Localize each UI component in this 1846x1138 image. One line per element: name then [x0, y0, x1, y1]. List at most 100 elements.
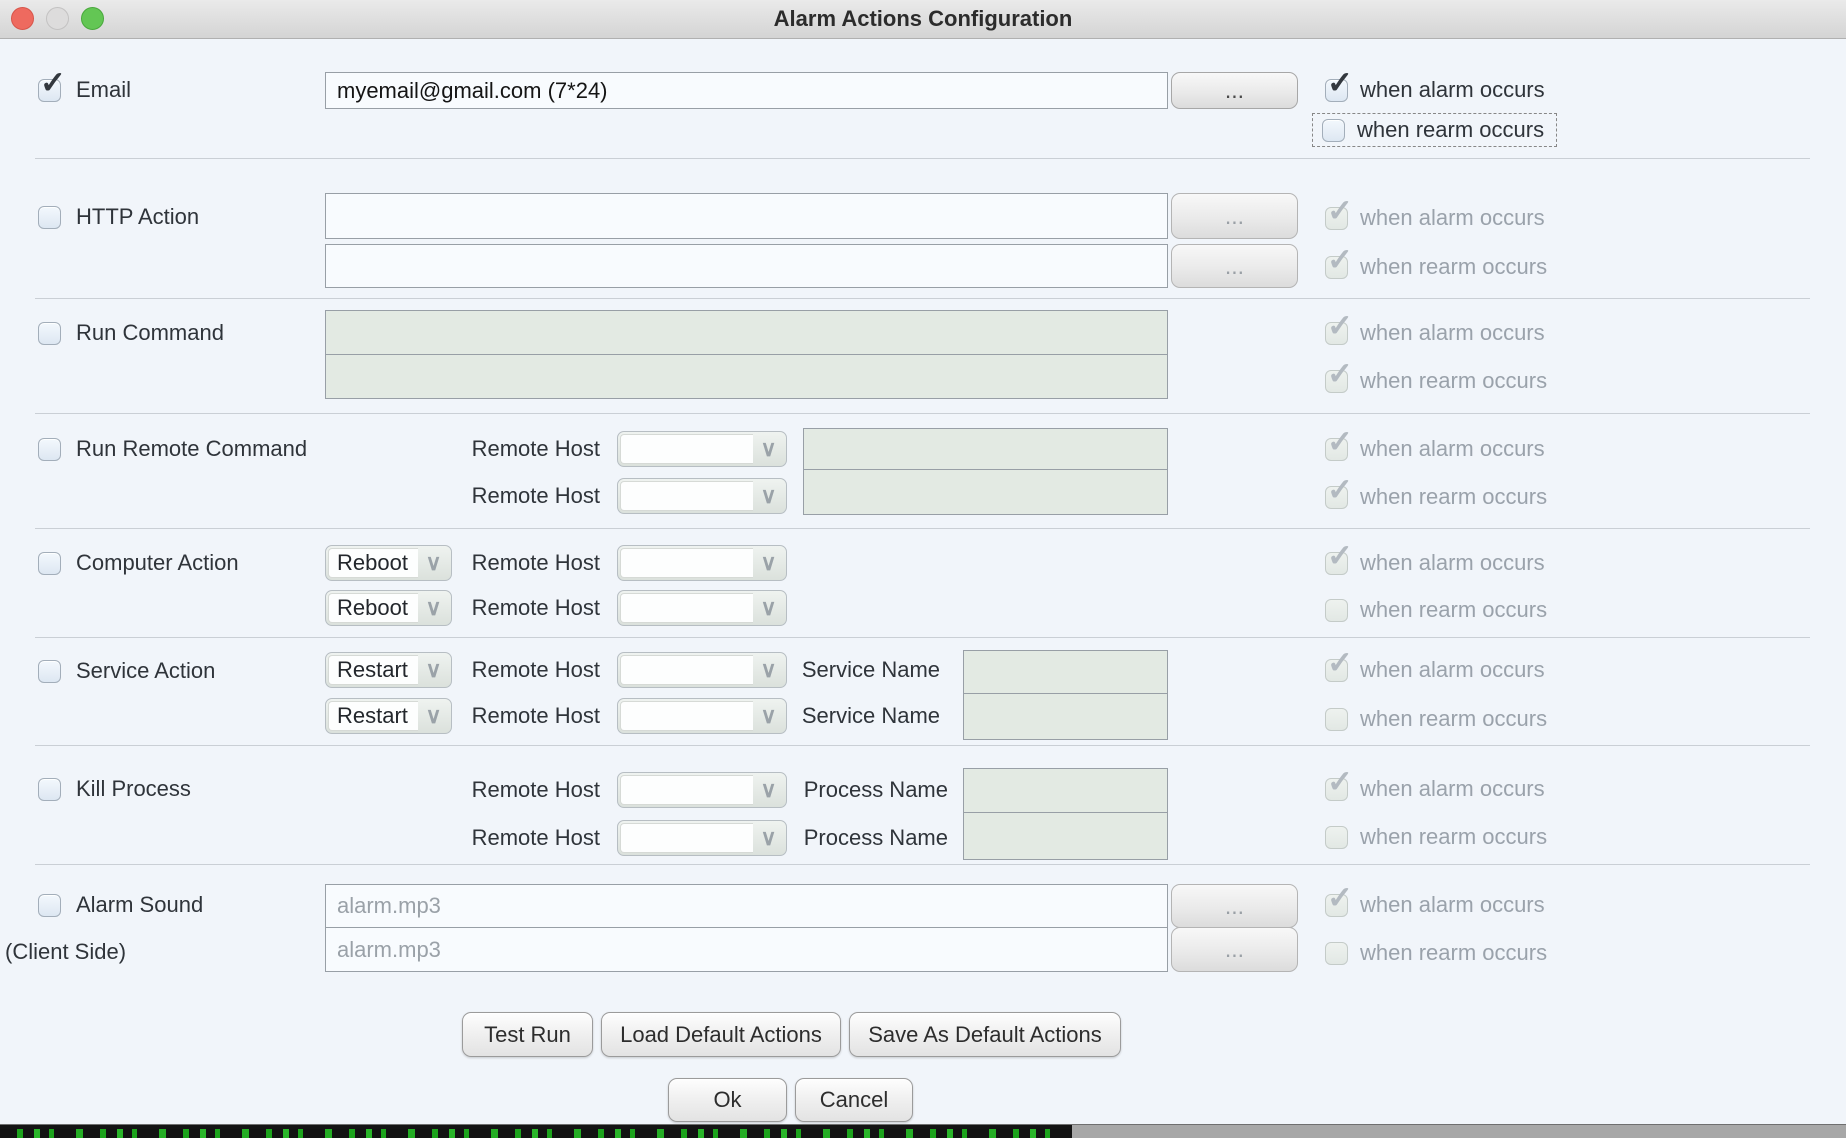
- service-action-checkbox[interactable]: [38, 660, 61, 683]
- kill-when-alarm: ✓ when alarm occurs: [1325, 776, 1545, 802]
- service-when-alarm: ✓ when alarm occurs: [1325, 657, 1545, 683]
- kill-remote-host-select-rearm[interactable]: ∨: [617, 820, 787, 856]
- computer-when-rearm-checkbox: [1325, 599, 1348, 622]
- zoom-icon[interactable]: [81, 7, 104, 30]
- ok-button[interactable]: Ok: [668, 1078, 787, 1122]
- kill-process-checkbox[interactable]: [38, 778, 61, 801]
- check-icon: ✓: [40, 67, 66, 98]
- email-when-rearm-checkbox[interactable]: [1322, 119, 1345, 142]
- client-side-label: (Client Side): [5, 939, 126, 965]
- service-remote-host-select-alarm[interactable]: ∨: [617, 652, 787, 688]
- test-run-button[interactable]: Test Run: [462, 1012, 593, 1057]
- service-when-alarm-checkbox: ✓: [1325, 659, 1348, 682]
- email-input[interactable]: myemail@gmail.com (7*24): [325, 72, 1168, 109]
- computer-action-label: Computer Action: [76, 550, 239, 576]
- kill-when-alarm-checkbox: ✓: [1325, 778, 1348, 801]
- remote-host-label: Remote Host: [430, 825, 600, 851]
- remote-host-label: Remote Host: [430, 436, 600, 462]
- service-remote-host-select-rearm[interactable]: ∨: [617, 698, 787, 734]
- http-when-alarm-checkbox: ✓: [1325, 207, 1348, 230]
- remote-host-label: Remote Host: [430, 595, 600, 621]
- run-command-when-rearm: ✓ when rearm occurs: [1325, 368, 1547, 394]
- chevron-down-icon: ∨: [753, 548, 784, 578]
- section-service-action: Service Action Restart∨ Remote Host ∨ Se…: [0, 638, 1846, 746]
- minimize-icon: [46, 7, 69, 30]
- section-run-command: Run Command ✓ when alarm occurs ✓ when r…: [0, 299, 1846, 414]
- email-when-rearm[interactable]: when rearm occurs: [1312, 113, 1557, 147]
- kill-process-label: Kill Process: [76, 776, 191, 802]
- alarm-actions-dialog: Alarm Actions Configuration ✓ Email myem…: [0, 0, 1846, 1138]
- alarm-sound-label: Alarm Sound: [76, 892, 203, 918]
- cancel-button[interactable]: Cancel: [795, 1078, 913, 1122]
- alarm-sound-browse-button-rearm: ...: [1171, 927, 1298, 972]
- check-icon: ✓: [1327, 647, 1353, 678]
- run-remote-host-select-alarm[interactable]: ∨: [617, 431, 787, 467]
- check-icon: ✓: [1327, 195, 1353, 226]
- run-remote-when-rearm: ✓ when rearm occurs: [1325, 484, 1547, 510]
- save-as-default-actions-button[interactable]: Save As Default Actions: [849, 1012, 1121, 1057]
- process-name-input-alarm: [963, 768, 1168, 813]
- alarm-sound-input-alarm: alarm.mp3: [325, 884, 1168, 928]
- run-remote-when-rearm-checkbox: ✓: [1325, 486, 1348, 509]
- chevron-down-icon: ∨: [753, 593, 784, 623]
- computer-remote-host-select-rearm[interactable]: ∨: [617, 590, 787, 626]
- process-name-label: Process Name: [770, 777, 948, 803]
- alarm-sound-input-rearm: alarm.mp3: [325, 927, 1168, 972]
- check-icon: ✓: [1327, 474, 1353, 505]
- computer-when-rearm: when rearm occurs: [1325, 597, 1547, 623]
- check-icon: ✓: [1327, 426, 1353, 457]
- remote-host-label: Remote Host: [430, 703, 600, 729]
- computer-when-alarm: ✓ when alarm occurs: [1325, 550, 1545, 576]
- email-when-alarm-checkbox[interactable]: ✓: [1325, 79, 1348, 102]
- remote-host-label: Remote Host: [430, 657, 600, 683]
- run-remote-command-input-rearm: [803, 469, 1168, 515]
- remote-host-label: Remote Host: [430, 777, 600, 803]
- check-icon: ✓: [1327, 882, 1353, 913]
- run-command-when-rearm-checkbox: ✓: [1325, 370, 1348, 393]
- chevron-down-icon: ∨: [753, 434, 784, 464]
- email-when-alarm[interactable]: ✓ when alarm occurs: [1325, 77, 1545, 103]
- titlebar: Alarm Actions Configuration: [0, 0, 1846, 39]
- http-browse-button-alarm: ...: [1171, 193, 1298, 239]
- alarm-sound-when-rearm-checkbox: [1325, 942, 1348, 965]
- load-default-actions-button[interactable]: Load Default Actions: [601, 1012, 841, 1057]
- run-command-checkbox[interactable]: [38, 322, 61, 345]
- section-computer-action: Computer Action Reboot∨ Remote Host ∨ Re…: [0, 529, 1846, 638]
- section-buttons: Test Run Load Default Actions Save As De…: [0, 985, 1846, 1124]
- computer-action-checkbox[interactable]: [38, 552, 61, 575]
- kill-when-rearm-checkbox: [1325, 826, 1348, 849]
- window-title: Alarm Actions Configuration: [0, 0, 1846, 38]
- http-action-label: HTTP Action: [76, 204, 199, 230]
- check-icon: ✓: [1327, 67, 1353, 98]
- run-remote-when-alarm-checkbox: ✓: [1325, 438, 1348, 461]
- section-http-action: HTTP Action ... ... ✓ when alarm occurs …: [0, 159, 1846, 299]
- service-name-input-rearm: [963, 693, 1168, 740]
- section-email: ✓ Email myemail@gmail.com (7*24) ... ✓ w…: [0, 39, 1846, 159]
- email-browse-button[interactable]: ...: [1171, 72, 1298, 109]
- chevron-down-icon: ∨: [753, 481, 784, 511]
- traffic-lights: [11, 7, 104, 30]
- remote-host-label: Remote Host: [430, 550, 600, 576]
- run-command-input-rearm: [325, 354, 1168, 399]
- run-remote-checkbox[interactable]: [38, 438, 61, 461]
- run-command-label: Run Command: [76, 320, 224, 346]
- kill-remote-host-select-alarm[interactable]: ∨: [617, 772, 787, 808]
- http-action-checkbox[interactable]: [38, 206, 61, 229]
- http-url-input-rearm[interactable]: [325, 244, 1168, 288]
- computer-remote-host-select-alarm[interactable]: ∨: [617, 545, 787, 581]
- run-remote-host-select-rearm[interactable]: ∨: [617, 478, 787, 514]
- check-icon: ✓: [1327, 310, 1353, 341]
- email-checkbox[interactable]: ✓: [38, 79, 61, 102]
- close-icon[interactable]: [11, 7, 34, 30]
- http-when-alarm: ✓ when alarm occurs: [1325, 205, 1545, 231]
- check-icon: ✓: [1327, 766, 1353, 797]
- remote-host-label: Remote Host: [430, 483, 600, 509]
- check-icon: ✓: [1327, 244, 1353, 275]
- section-alarm-sound: Alarm Sound (Client Side) alarm.mp3 alar…: [0, 865, 1846, 985]
- section-kill-process: Kill Process Remote Host ∨ Process Name …: [0, 746, 1846, 865]
- service-when-rearm-checkbox: [1325, 708, 1348, 731]
- service-action-label: Service Action: [76, 658, 215, 684]
- http-url-input-alarm[interactable]: [325, 193, 1168, 239]
- dialog-body: ✓ Email myemail@gmail.com (7*24) ... ✓ w…: [0, 39, 1846, 1124]
- alarm-sound-checkbox[interactable]: [38, 894, 61, 917]
